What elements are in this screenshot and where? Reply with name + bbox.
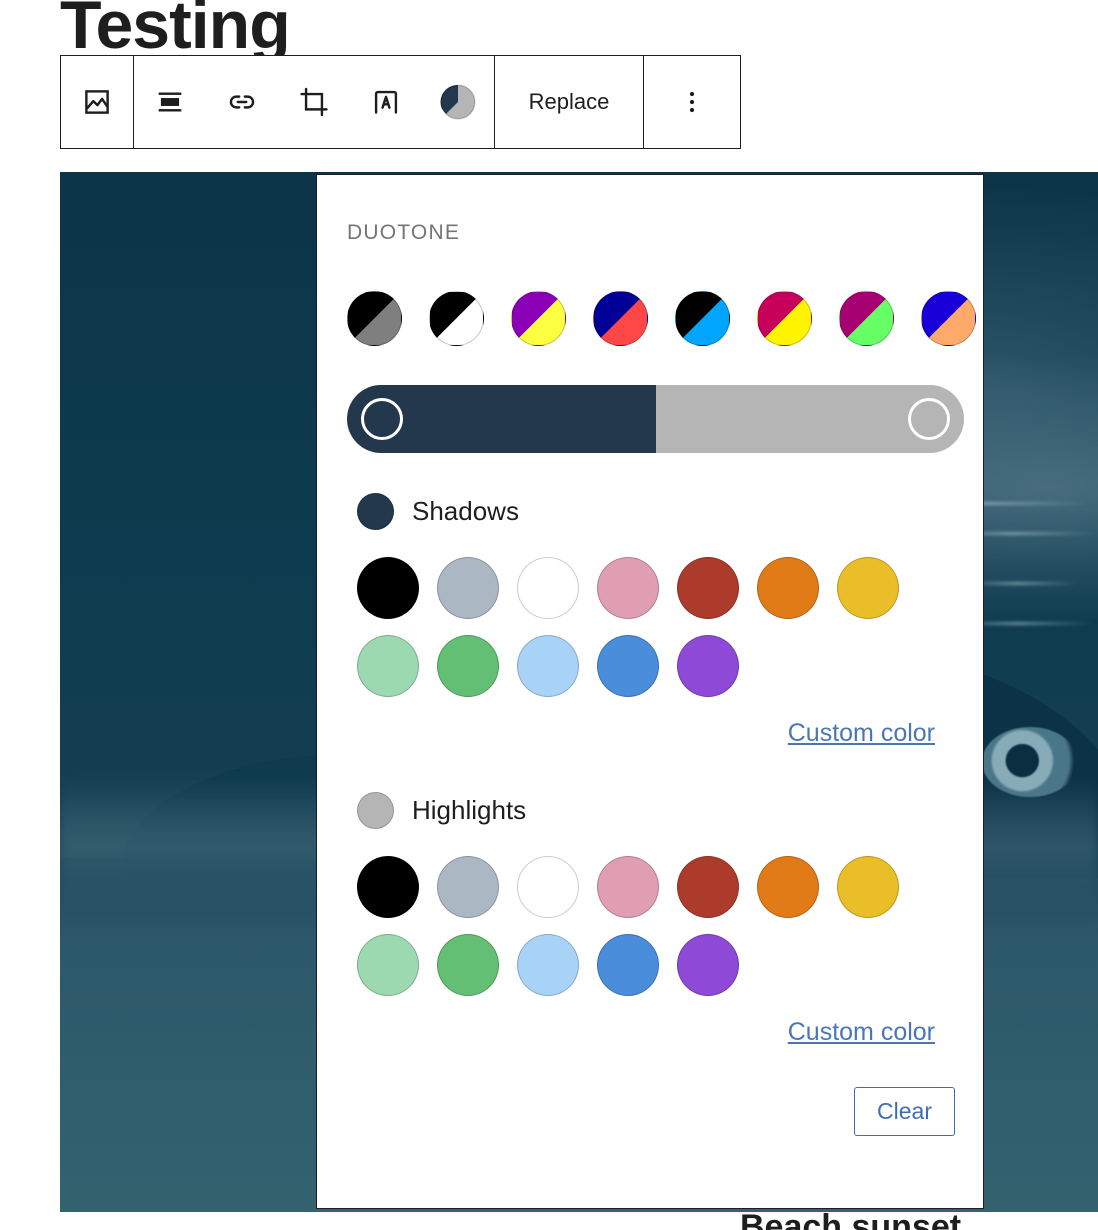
- duotone-preset-magenta-yellow[interactable]: [757, 291, 812, 346]
- duotone-preset-midnight[interactable]: [675, 291, 730, 346]
- align-center-icon: [153, 85, 187, 119]
- shadows-custom-color-link[interactable]: Custom color: [788, 719, 935, 748]
- duotone-preset-blue-red[interactable]: [593, 291, 648, 346]
- image-icon: [80, 85, 114, 119]
- shadows-swatch-pale-cyan-blue[interactable]: [517, 635, 579, 697]
- duotone-preset-grayscale[interactable]: [347, 291, 402, 346]
- block-toolbar: Replace: [60, 55, 741, 149]
- shadows-palette: [357, 557, 955, 697]
- duotone-preset-blue-orange[interactable]: [921, 291, 976, 346]
- highlights-swatch-vivid-green-cyan[interactable]: [437, 934, 499, 996]
- highlights-swatch-luminous-vivid-orange[interactable]: [757, 856, 819, 918]
- duotone-button[interactable]: [422, 56, 494, 148]
- slider-shadow-handle[interactable]: [361, 398, 403, 440]
- slider-highlight-handle[interactable]: [908, 398, 950, 440]
- highlights-swatch-vivid-red[interactable]: [677, 856, 739, 918]
- highlights-swatch-vivid-purple[interactable]: [677, 934, 739, 996]
- shadows-swatch-luminous-vivid-orange[interactable]: [757, 557, 819, 619]
- text-over-image-icon: [369, 85, 403, 119]
- highlights-swatch-white[interactable]: [517, 856, 579, 918]
- highlights-label: Highlights: [412, 795, 527, 825]
- shadows-swatch-vivid-purple[interactable]: [677, 635, 739, 697]
- duotone-preset-purple-green[interactable]: [839, 291, 894, 346]
- shadows-swatch-light-green-cyan[interactable]: [357, 635, 419, 697]
- highlights-custom-color-link[interactable]: Custom color: [788, 1018, 935, 1047]
- shadows-swatch-vivid-red[interactable]: [677, 557, 739, 619]
- replace-button[interactable]: Replace: [495, 56, 643, 148]
- crop-icon: [297, 85, 331, 119]
- highlights-current-color-dot: [357, 792, 394, 829]
- shadows-label: Shadows: [412, 496, 519, 526]
- highlights-swatch-cyan-bluish-gray[interactable]: [437, 856, 499, 918]
- shadows-swatch-pale-pink[interactable]: [597, 557, 659, 619]
- highlights-swatch-black[interactable]: [357, 856, 419, 918]
- shadows-swatch-black[interactable]: [357, 557, 419, 619]
- shadows-current-color-dot: [357, 493, 394, 530]
- image-block-icon-button[interactable]: [61, 56, 133, 148]
- highlights-swatch-vivid-cyan-blue[interactable]: [597, 934, 659, 996]
- shadows-swatch-vivid-green-cyan[interactable]: [437, 635, 499, 697]
- block-tools-group: [134, 56, 494, 148]
- highlights-swatch-pale-cyan-blue[interactable]: [517, 934, 579, 996]
- duotone-preset-dark-grayscale[interactable]: [429, 291, 484, 346]
- more-options-button[interactable]: [644, 56, 740, 148]
- link-icon: [225, 85, 259, 119]
- highlights-channel-header: Highlights: [357, 792, 955, 829]
- duotone-heading: DUOTONE: [347, 221, 461, 244]
- editor-canvas: Testing Beach sunset Replace DUOTONE Sha…: [0, 0, 1098, 1230]
- duotone-icon: [437, 81, 479, 123]
- highlights-custom-color-row: Custom color: [345, 1018, 955, 1047]
- duotone-footer: Clear: [345, 1087, 955, 1136]
- duotone-popover: DUOTONE Shadows Custom color Highlights …: [316, 174, 984, 1209]
- shadows-channel-header: Shadows: [357, 493, 955, 530]
- shadows-swatch-vivid-cyan-blue[interactable]: [597, 635, 659, 697]
- clear-button[interactable]: Clear: [854, 1087, 955, 1136]
- kebab-menu-icon: [677, 87, 707, 117]
- highlights-swatch-luminous-vivid-amber[interactable]: [837, 856, 899, 918]
- image-caption[interactable]: Beach sunset: [740, 1208, 961, 1230]
- link-button[interactable]: [206, 56, 278, 148]
- shadows-custom-color-row: Custom color: [345, 719, 955, 748]
- highlights-swatch-pale-pink[interactable]: [597, 856, 659, 918]
- shadows-swatch-cyan-bluish-gray[interactable]: [437, 557, 499, 619]
- photo-highlight-spot: [982, 727, 1078, 797]
- text-over-image-button[interactable]: [350, 56, 422, 148]
- highlights-swatch-light-green-cyan[interactable]: [357, 934, 419, 996]
- duotone-preset-purple-yellow[interactable]: [511, 291, 566, 346]
- shadows-swatch-luminous-vivid-amber[interactable]: [837, 557, 899, 619]
- duotone-preset-list: [345, 291, 976, 346]
- block-type-group: [61, 56, 133, 148]
- highlights-palette: [357, 856, 955, 996]
- duotone-gradient-slider[interactable]: [347, 385, 964, 453]
- align-button[interactable]: [134, 56, 206, 148]
- crop-button[interactable]: [278, 56, 350, 148]
- shadows-swatch-white[interactable]: [517, 557, 579, 619]
